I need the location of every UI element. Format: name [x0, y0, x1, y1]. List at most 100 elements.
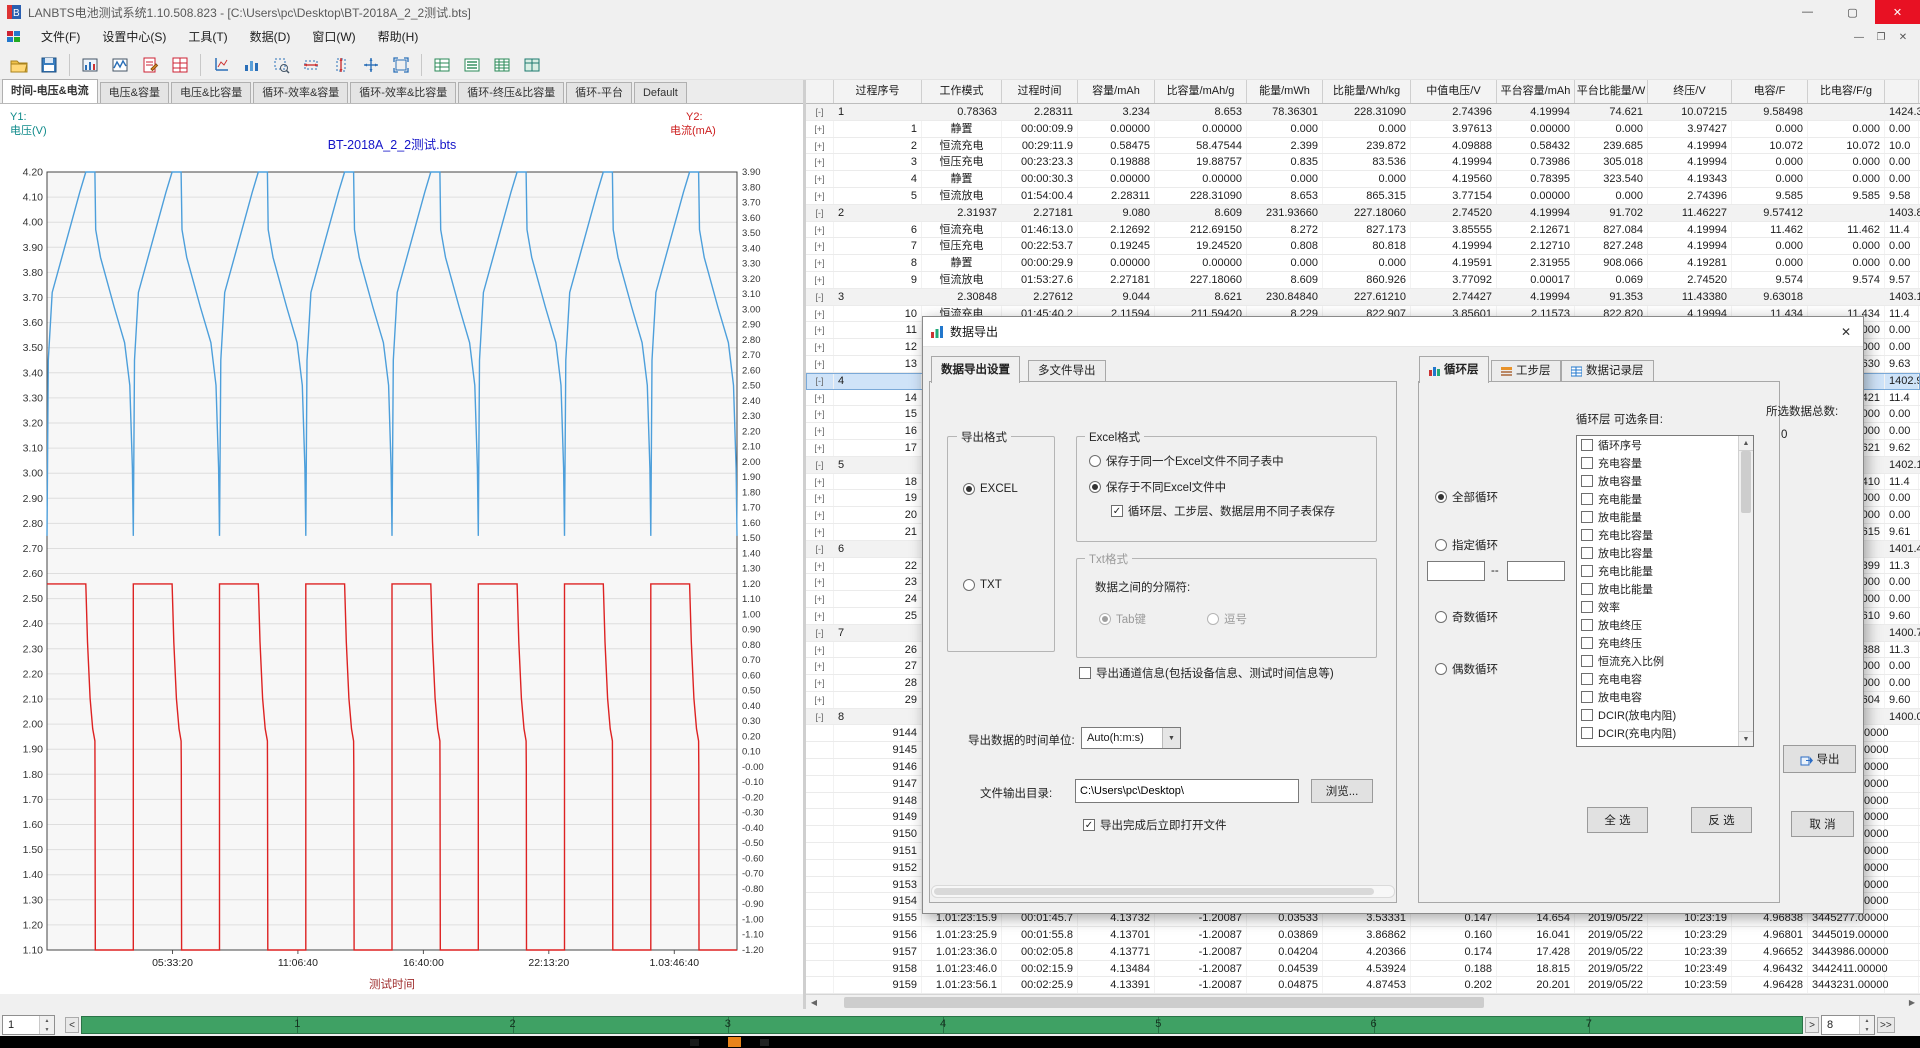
cycle-items-listbox[interactable]: 循环序号充电容量放电容量充电能量放电能量充电比容量放电比容量充电比能量放电比能量…	[1576, 435, 1754, 747]
column-header[interactable]: 比容量/mAh/g	[1155, 80, 1247, 103]
spin-up-icon[interactable]: ▲	[40, 1016, 54, 1025]
page-range-bar[interactable]: 1234567	[81, 1016, 1803, 1034]
record-edit-icon[interactable]	[135, 51, 164, 79]
zoom-x-icon[interactable]	[296, 51, 325, 79]
minimize-icon[interactable]: —	[1785, 0, 1830, 24]
axes-setup-icon[interactable]	[206, 51, 235, 79]
record-table-icon[interactable]	[487, 51, 516, 79]
maximize-icon[interactable]: ▢	[1830, 0, 1875, 24]
view-tab[interactable]: 循环-平台	[566, 82, 632, 103]
current-page-spinner[interactable]: 1 ▲▼	[2, 1015, 55, 1035]
table-row[interactable]: 91581.01:23:46.000:02:15.94.13484-1.2008…	[806, 961, 1920, 978]
item-checkbox[interactable]	[1581, 655, 1593, 667]
radio-specified-cycles[interactable]: 指定循环	[1435, 537, 1498, 553]
menu-item[interactable]: 帮助(H)	[367, 24, 430, 50]
item-checkbox[interactable]	[1581, 709, 1593, 721]
table-row[interactable]: [+]1静置00:00:09.90.000000.000000.0000.000…	[806, 121, 1920, 138]
table-row[interactable]: [-]22.319372.271819.0808.609231.93660227…	[806, 205, 1920, 222]
check-separate-sheets[interactable]: ✓循环层、工步层、数据层用不同子表保存	[1111, 503, 1335, 519]
menu-item[interactable]: 文件(F)	[30, 24, 91, 50]
child-minimize-icon[interactable]: —	[1848, 27, 1870, 47]
table-row[interactable]: [+]8静置00:00:29.90.000000.000000.0000.000…	[806, 255, 1920, 272]
list-item[interactable]: DCIR(放电内阻)	[1577, 706, 1738, 724]
list-item[interactable]: 充电能量	[1577, 490, 1738, 508]
scroll-left-icon[interactable]: ◀	[806, 995, 822, 1009]
table-row[interactable]: 91591.01:23:56.100:02:25.94.13391-1.2008…	[806, 977, 1920, 994]
table-horizontal-scrollbar[interactable]: ◀ ▶	[806, 994, 1920, 1009]
export-button[interactable]: 导出	[1783, 745, 1856, 773]
menu-item[interactable]: 窗口(W)	[301, 24, 366, 50]
dialog-close-icon[interactable]: ✕	[1829, 317, 1863, 346]
table-row[interactable]: 91561.01:23:25.900:01:55.84.13701-1.2008…	[806, 927, 1920, 944]
check-open-after-export[interactable]: ✓导出完成后立即打开文件	[1083, 817, 1227, 833]
radio-all-cycles[interactable]: 全部循环	[1435, 489, 1498, 505]
item-checkbox[interactable]	[1581, 475, 1593, 487]
page-segment-label[interactable]: 2	[509, 1018, 515, 1030]
check-channel-info[interactable]: 导出通道信息(包括设备信息、测试时间信息等)	[1079, 665, 1334, 681]
browse-button[interactable]: 浏览...	[1311, 779, 1373, 803]
column-header[interactable]: 工作模式	[922, 80, 1002, 103]
column-header[interactable]: 平台比能量/W	[1575, 80, 1648, 103]
item-checkbox[interactable]	[1581, 601, 1593, 613]
list-item[interactable]: 充电终压	[1577, 634, 1738, 652]
menu-item[interactable]: 数据(D)	[239, 24, 302, 50]
column-header[interactable]: 比电容/F/g	[1808, 80, 1885, 103]
scroll-down-icon[interactable]: ▼	[1739, 731, 1753, 746]
column-header[interactable]: 平台容量/mAh	[1497, 80, 1575, 103]
column-header[interactable]: 电容/F	[1732, 80, 1808, 103]
tab-record-layer[interactable]: 数据记录层	[1561, 360, 1654, 382]
data-grid-icon[interactable]	[517, 51, 546, 79]
column-header[interactable]: 能量/mWh	[1247, 80, 1323, 103]
table-row[interactable]: [+]6恒流充电01:46:13.02.12692212.691508.2728…	[806, 222, 1920, 239]
view-tab[interactable]: 循环-终压&比容量	[458, 82, 564, 103]
cycle-table-icon[interactable]	[427, 51, 456, 79]
cycle-from-input[interactable]	[1427, 561, 1485, 581]
page-segment-label[interactable]: 7	[1586, 1018, 1592, 1030]
list-item[interactable]: 充电容量	[1577, 454, 1738, 472]
table-row[interactable]: 91571.01:23:36.000:02:05.84.13771-1.2008…	[806, 944, 1920, 961]
fit-view-icon[interactable]	[386, 51, 415, 79]
close-icon[interactable]: ✕	[1875, 0, 1920, 24]
table-row[interactable]: [+]4静置00:00:30.30.000000.000000.0000.000…	[806, 171, 1920, 188]
tab-step-layer[interactable]: 工步层	[1491, 360, 1561, 382]
page-segment-label[interactable]: 4	[940, 1018, 946, 1030]
listbox-scrollbar[interactable]: ▲ ▼	[1738, 436, 1753, 746]
item-checkbox[interactable]	[1581, 493, 1593, 505]
item-checkbox[interactable]	[1581, 511, 1593, 523]
view-tab[interactable]: Default	[634, 82, 687, 103]
page-segment-label[interactable]: 6	[1370, 1018, 1376, 1030]
dialog-scrollbar-thumb[interactable]	[934, 888, 1374, 895]
radio-odd-cycles[interactable]: 奇数循环	[1435, 609, 1498, 625]
prev-page-button[interactable]: <	[65, 1017, 79, 1033]
overlay-chart-icon[interactable]	[236, 51, 265, 79]
list-item[interactable]: 循环序号	[1577, 436, 1738, 454]
item-checkbox[interactable]	[1581, 565, 1593, 577]
spin-down-icon[interactable]: ▼	[40, 1025, 54, 1034]
list-item[interactable]: DCIR(充电内阻)	[1577, 724, 1738, 742]
radio-different-files[interactable]: 保存于不同Excel文件中	[1089, 479, 1226, 495]
cycle-to-input[interactable]	[1507, 561, 1565, 581]
view-tab[interactable]: 时间-电压&电流	[2, 79, 98, 103]
tab-cycle-layer[interactable]: 循环层	[1419, 356, 1489, 383]
dialog-scrollbar[interactable]	[931, 885, 1395, 898]
item-checkbox[interactable]	[1581, 691, 1593, 703]
list-item[interactable]: 充电比能量	[1577, 562, 1738, 580]
select-all-button[interactable]: 全 选	[1587, 807, 1648, 833]
item-checkbox[interactable]	[1581, 547, 1593, 559]
view-tab[interactable]: 电压&容量	[100, 82, 169, 103]
list-item[interactable]: 放电终压	[1577, 616, 1738, 634]
table-row[interactable]: [+]3恒压充电00:23:23.30.1988819.887570.83583…	[806, 154, 1920, 171]
list-item[interactable]: 放电电容	[1577, 688, 1738, 706]
radio-excel[interactable]: EXCEL	[963, 483, 1018, 495]
column-header[interactable]: 终压/V	[1648, 80, 1732, 103]
scroll-up-icon[interactable]: ▲	[1739, 436, 1753, 451]
step-table-icon[interactable]	[457, 51, 486, 79]
invert-selection-button[interactable]: 反 选	[1691, 807, 1752, 833]
tab-multifile-export[interactable]: 多文件导出	[1028, 360, 1106, 382]
list-item[interactable]: 恒流充入比例	[1577, 652, 1738, 670]
pan-icon[interactable]	[356, 51, 385, 79]
zoom-y-icon[interactable]	[326, 51, 355, 79]
process-grid-icon[interactable]	[165, 51, 194, 79]
list-item[interactable]: 放电能量	[1577, 508, 1738, 526]
item-checkbox[interactable]	[1581, 727, 1593, 739]
